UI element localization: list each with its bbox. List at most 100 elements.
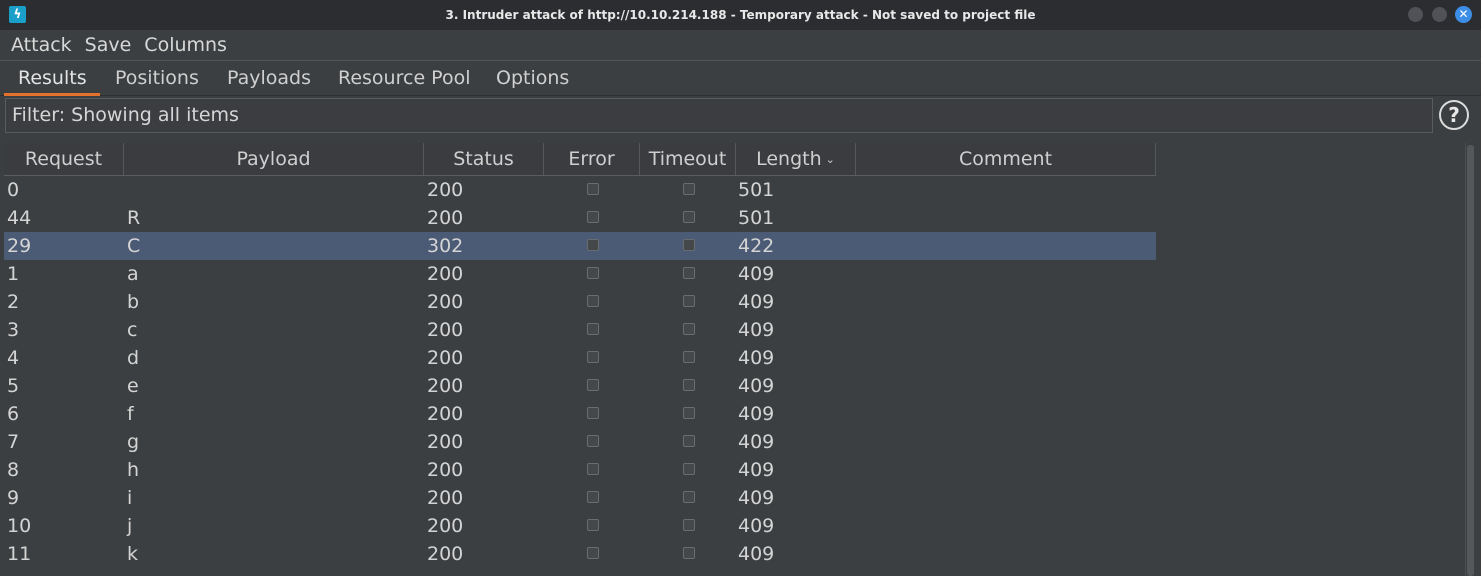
table-row[interactable]: 7 g 200 409 (4, 428, 1156, 456)
table-row[interactable]: 9 i 200 409 (4, 484, 1156, 512)
tab-payloads[interactable]: Payloads (227, 61, 311, 95)
column-header-request[interactable]: Request (4, 143, 124, 175)
request-cell: 9 (7, 487, 20, 509)
minimize-button[interactable] (1407, 6, 1424, 23)
table-row[interactable]: 6 f 200 409 (4, 400, 1156, 428)
question-icon: ? (1448, 103, 1460, 127)
error-checkbox (587, 547, 599, 559)
payload-cell: h (127, 459, 140, 481)
tab-resource-pool[interactable]: Resource Pool (338, 61, 470, 95)
status-cell: 200 (427, 403, 464, 425)
request-cell: 5 (7, 375, 20, 397)
close-button[interactable]: ✕ (1455, 6, 1472, 23)
filter-bar[interactable]: Filter: Showing all items (5, 98, 1433, 133)
status-cell: 302 (427, 235, 464, 257)
table-row[interactable]: 11 k 200 409 (4, 540, 1156, 568)
status-cell: 200 (427, 515, 464, 537)
timeout-checkbox (683, 211, 695, 223)
length-cell: 409 (738, 291, 775, 313)
status-cell: 200 (427, 263, 464, 285)
length-cell: 422 (738, 235, 775, 257)
status-cell: 200 (427, 543, 464, 565)
error-checkbox (587, 267, 599, 279)
status-cell: 200 (427, 207, 464, 229)
length-cell: 409 (738, 403, 775, 425)
error-checkbox (587, 211, 599, 223)
table-row[interactable]: 3 c 200 409 (4, 316, 1156, 344)
request-cell: 7 (7, 431, 20, 453)
length-cell: 409 (738, 375, 775, 397)
table-row[interactable]: 4 d 200 409 (4, 344, 1156, 372)
request-cell: 44 (7, 207, 32, 229)
column-header-length-label: Length (756, 148, 822, 170)
payload-cell: a (127, 263, 139, 285)
column-header-length[interactable]: Length ⌄ (736, 143, 856, 175)
length-cell: 501 (738, 179, 775, 201)
timeout-checkbox (683, 547, 695, 559)
table-row[interactable]: 0 200 501 (4, 176, 1156, 204)
length-cell: 409 (738, 515, 775, 537)
timeout-checkbox (683, 407, 695, 419)
error-checkbox (587, 407, 599, 419)
payload-cell: f (127, 403, 134, 425)
column-header-status[interactable]: Status (424, 143, 544, 175)
burp-lightning-icon[interactable]: ϟ (9, 6, 26, 23)
error-checkbox (587, 183, 599, 195)
status-cell: 200 (427, 347, 464, 369)
status-cell: 200 (427, 459, 464, 481)
table-body: 0 200 501 44 R 200 501 29 C 302 422 1 a 200 409 2 b 200 40… (4, 176, 1156, 568)
timeout-checkbox (683, 351, 695, 363)
menu-columns[interactable]: Columns (144, 34, 227, 56)
column-header-comment[interactable]: Comment (856, 143, 1156, 175)
request-cell: 11 (7, 543, 32, 565)
payload-cell: i (127, 487, 133, 509)
length-cell: 409 (738, 431, 775, 453)
menu-attack[interactable]: Attack (11, 34, 72, 56)
payload-cell: R (127, 207, 141, 229)
tab-options[interactable]: Options (496, 61, 569, 95)
column-header-timeout[interactable]: Timeout (640, 143, 736, 175)
results-table: Request Payload Status Error Timeout Len… (4, 143, 1464, 576)
timeout-checkbox (683, 323, 695, 335)
chevron-down-icon: ⌄ (825, 152, 835, 166)
request-cell: 2 (7, 291, 20, 313)
status-cell: 200 (427, 487, 464, 509)
timeout-checkbox (683, 239, 695, 251)
timeout-checkbox (683, 183, 695, 195)
status-cell: 200 (427, 179, 464, 201)
column-header-payload[interactable]: Payload (124, 143, 424, 175)
tab-bar: Results Positions Payloads Resource Pool… (0, 61, 1481, 96)
payload-cell: c (127, 319, 138, 341)
status-cell: 200 (427, 291, 464, 313)
close-icon: ✕ (1458, 7, 1469, 21)
table-row[interactable]: 10 j 200 409 (4, 512, 1156, 540)
timeout-checkbox (683, 379, 695, 391)
help-button[interactable]: ? (1439, 100, 1469, 130)
length-cell: 409 (738, 543, 775, 565)
maximize-button[interactable] (1431, 6, 1448, 23)
length-cell: 409 (738, 263, 775, 285)
scrollbar-thumb[interactable] (1467, 145, 1474, 576)
payload-cell: g (127, 431, 140, 453)
table-row[interactable]: 29 C 302 422 (4, 232, 1156, 260)
table-row[interactable]: 5 e 200 409 (4, 372, 1156, 400)
table-row[interactable]: 1 a 200 409 (4, 260, 1156, 288)
active-tab-indicator (4, 93, 100, 96)
tab-results[interactable]: Results (18, 61, 87, 95)
status-cell: 200 (427, 375, 464, 397)
error-checkbox (587, 239, 599, 251)
menu-save[interactable]: Save (85, 34, 132, 56)
tab-positions[interactable]: Positions (115, 61, 199, 95)
error-checkbox (587, 295, 599, 307)
payload-cell: k (127, 543, 139, 565)
column-header-error[interactable]: Error (544, 143, 640, 175)
table-row[interactable]: 8 h 200 409 (4, 456, 1156, 484)
timeout-checkbox (683, 267, 695, 279)
length-cell: 409 (738, 319, 775, 341)
table-row[interactable]: 44 R 200 501 (4, 204, 1156, 232)
error-checkbox (587, 351, 599, 363)
timeout-checkbox (683, 295, 695, 307)
error-checkbox (587, 379, 599, 391)
payload-cell: b (127, 291, 140, 313)
table-row[interactable]: 2 b 200 409 (4, 288, 1156, 316)
